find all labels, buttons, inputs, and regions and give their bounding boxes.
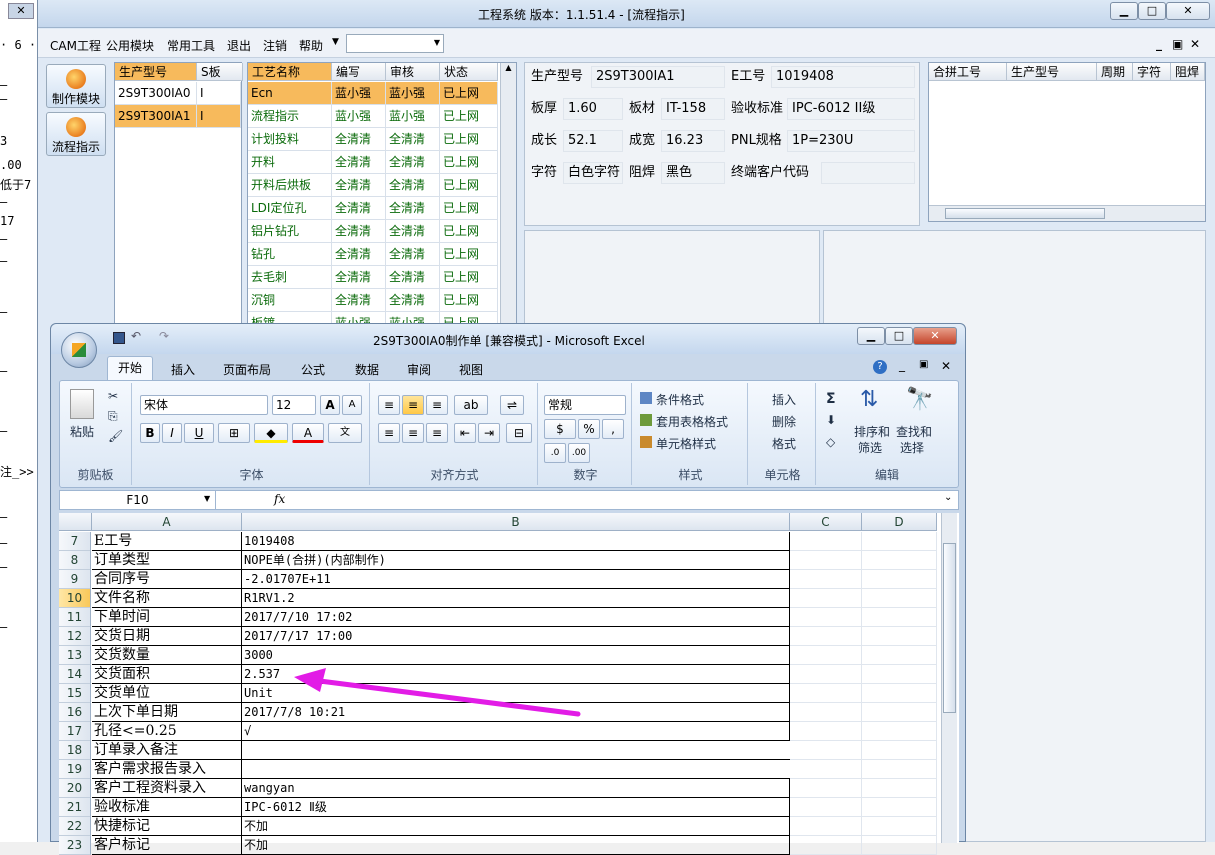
annotation-arrow	[294, 668, 581, 717]
annotation-arrow-head	[294, 668, 326, 692]
annotation-arrow-line	[309, 677, 581, 717]
